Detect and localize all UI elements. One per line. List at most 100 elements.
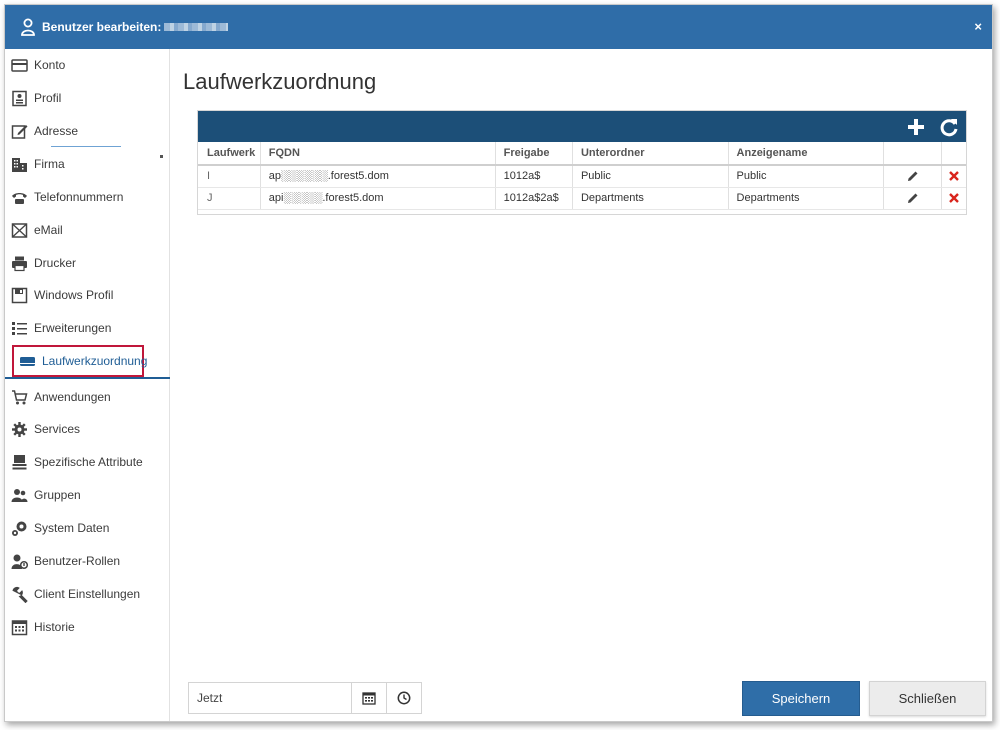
cell-fqdn: api░░░░░.forest5.dom — [260, 187, 496, 210]
wrench-icon — [12, 586, 28, 603]
cell-anzeigename: Public — [728, 165, 885, 188]
column-header-delete — [941, 142, 966, 166]
sidebar-item-historie[interactable]: Historie — [11, 614, 161, 640]
page-title: Laufwerkzuordnung — [183, 69, 377, 94]
date-input[interactable] — [189, 683, 351, 713]
column-header-anzeigename[interactable]: Anzeigename — [728, 142, 885, 166]
sidebar-item-label: System Daten — [34, 521, 110, 535]
phone-icon — [12, 192, 27, 204]
table-row[interactable]: J api░░░░░.forest5.dom 1012a$2a$ Departm… — [198, 187, 966, 210]
column-header-fqdn[interactable]: FQDN — [260, 142, 496, 166]
sidebar-item-windows-profil[interactable]: Windows Profil — [11, 282, 161, 308]
cell-edit — [883, 187, 943, 210]
cell-anzeigename: Departments — [728, 187, 885, 210]
sidebar-item-label: Windows Profil — [34, 288, 114, 302]
sidebar-item-label: Konto — [34, 58, 66, 72]
cell-freigabe: 1012a$ — [495, 165, 573, 188]
sidebar-item-telefonnummern[interactable]: Telefonnummern — [11, 184, 161, 210]
sidebar-item-system-daten[interactable]: System Daten — [11, 515, 161, 541]
sidebar-item-benutzer-rollen[interactable]: Benutzer-Rollen — [11, 548, 161, 574]
stack-icon — [12, 454, 27, 469]
sidebar-item-email[interactable]: eMail — [11, 217, 161, 243]
sidebar-item-anwendungen[interactable]: Anwendungen — [11, 384, 161, 410]
edit-user-dialog: Benutzer bearbeiten: × Konto Profil Adre… — [4, 4, 993, 722]
cell-laufwerk: I — [198, 165, 261, 188]
cell-unterordner: Public — [572, 165, 729, 188]
dialog-title: Benutzer bearbeiten: — [42, 20, 162, 34]
time-button[interactable] — [386, 683, 421, 713]
grid-table: Laufwerk FQDN Freigabe Unterordner Anzei… — [198, 142, 966, 210]
printer-icon — [12, 256, 27, 271]
cell-unterordner: Departments — [572, 187, 729, 210]
calendar-button[interactable] — [351, 683, 386, 713]
sidebar-item-label: Services — [34, 422, 81, 436]
sidebar-item-gruppen[interactable]: Gruppen — [11, 482, 161, 508]
cell-fqdn: ap░░░░░░.forest5.dom — [260, 165, 496, 188]
profile-card-icon — [12, 90, 27, 106]
sidebar-item-label: eMail — [34, 223, 63, 237]
sidebar-item-label: Firma — [34, 157, 65, 171]
close-button[interactable]: Schließen — [869, 681, 986, 716]
sidebar-item-label: Profil — [34, 91, 62, 105]
cogs-icon — [12, 521, 27, 536]
sidebar-item-label: Gruppen — [34, 488, 81, 502]
sidebar-item-laufwerkzuordnung[interactable]: Laufwerkzuordnung — [12, 345, 148, 377]
clock-icon — [397, 691, 411, 705]
column-header-freigabe[interactable]: Freigabe — [495, 142, 573, 166]
cell-delete — [941, 187, 966, 210]
gear-icon — [12, 421, 27, 437]
hover-underline — [51, 146, 121, 147]
envelope-icon — [11, 222, 28, 238]
sidebar-item-client-einstellungen[interactable]: Client Einstellungen — [11, 581, 161, 607]
sidebar-item-erweiterungen[interactable]: Erweiterungen — [11, 315, 161, 341]
sidebar: Konto Profil Adresse Firma Telefonnummer… — [5, 49, 170, 721]
sidebar-item-firma[interactable]: Firma — [11, 151, 161, 177]
pencil-icon[interactable] — [907, 170, 919, 182]
floppy-disk-icon — [11, 287, 28, 303]
pencil-icon[interactable] — [907, 192, 919, 204]
credit-card-icon — [11, 58, 28, 72]
sidebar-item-spezifische-attribute[interactable]: Spezifische Attribute — [11, 449, 161, 475]
column-header-edit — [883, 142, 943, 166]
add-icon[interactable] — [905, 116, 927, 138]
save-button[interactable]: Speichern — [742, 681, 860, 716]
sidebar-item-services[interactable]: Services — [11, 416, 161, 442]
sidebar-item-label: Spezifische Attribute — [34, 455, 143, 469]
sidebar-item-label: Drucker — [34, 256, 77, 270]
building-icon — [12, 157, 27, 172]
refresh-icon[interactable] — [938, 116, 960, 138]
sidebar-item-label: Anwendungen — [34, 390, 111, 404]
table-row[interactable]: I ap░░░░░░.forest5.dom 1012a$ Public Pub… — [198, 165, 966, 188]
redacted-username — [164, 23, 229, 31]
main-content: Laufwerkzuordnung Laufwerk FQDN Freigabe — [171, 49, 992, 721]
cell-edit — [883, 165, 943, 188]
delete-icon[interactable] — [948, 170, 960, 182]
sidebar-item-adresse[interactable]: Adresse — [11, 118, 161, 144]
sidebar-item-label: Historie — [34, 620, 75, 634]
close-icon[interactable]: × — [974, 19, 982, 34]
column-header-unterordner[interactable]: Unterordner — [572, 142, 729, 166]
sidebar-item-label: Client Einstellungen — [34, 587, 141, 601]
drive-mapping-grid: Laufwerk FQDN Freigabe Unterordner Anzei… — [197, 110, 967, 215]
calendar-grid-icon — [11, 619, 28, 635]
sidebar-item-label: Telefonnummern — [34, 190, 124, 204]
table-header-row: Laufwerk FQDN Freigabe Unterordner Anzei… — [198, 142, 966, 166]
cell-laufwerk: J — [198, 187, 261, 210]
sidebar-item-label: Laufwerkzuordnung — [42, 354, 148, 368]
date-picker — [188, 682, 422, 714]
cell-delete — [941, 165, 966, 188]
sidebar-item-label: Adresse — [34, 124, 79, 138]
dialog-titlebar: Benutzer bearbeiten: × — [5, 5, 992, 49]
cell-freigabe: 1012a$2a$ — [495, 187, 573, 210]
user-role-icon — [11, 554, 28, 569]
sidebar-item-drucker[interactable]: Drucker — [11, 250, 161, 276]
sidebar-item-profil[interactable]: Profil — [11, 85, 161, 111]
delete-icon[interactable] — [948, 192, 960, 204]
sidebar-item-konto[interactable]: Konto — [11, 52, 161, 78]
user-icon — [21, 18, 35, 36]
cart-icon — [12, 389, 28, 404]
grid-toolbar — [198, 111, 966, 142]
calendar-icon — [362, 692, 376, 705]
column-header-laufwerk[interactable]: Laufwerk — [198, 142, 261, 166]
edit-address-icon — [11, 124, 28, 139]
